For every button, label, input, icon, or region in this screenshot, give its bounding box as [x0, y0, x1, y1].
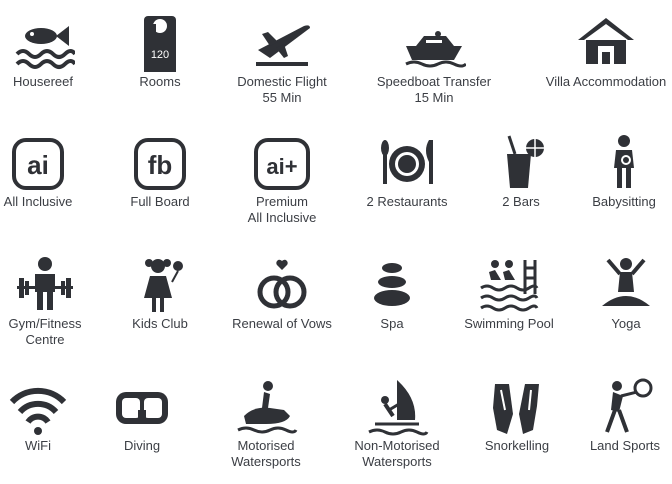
amenity-tile: Housereef	[0, 4, 108, 120]
gym-icon	[13, 254, 77, 318]
wifi-icon	[6, 376, 70, 440]
amenity-tile: Swimming Pool	[444, 246, 574, 362]
amenity-tile: ai All Inclusive	[0, 124, 103, 240]
amenity-label: Yoga	[611, 316, 641, 331]
amenity-label: Housereef	[13, 74, 73, 89]
amenity-label: Motorised Watersports	[231, 438, 301, 469]
amenity-label: Villa Accommodation	[545, 74, 667, 89]
amenity-label: Gym/Fitness Centre	[8, 316, 82, 347]
fb-icon: fb	[128, 132, 192, 196]
amenity-tile: 2 Restaurants	[342, 124, 472, 240]
amenity-tile: Babysitting	[559, 124, 672, 240]
amenity-label: Full Board	[130, 194, 190, 209]
kids-club-icon	[128, 254, 192, 318]
amenity-tile: Yoga	[561, 246, 672, 362]
amenity-label: Rooms	[139, 74, 181, 89]
spa-stones-icon	[360, 254, 424, 318]
bar-icon	[489, 132, 553, 196]
fins-icon	[485, 376, 549, 440]
amenity-label: Premium All Inclusive	[247, 194, 317, 225]
amenity-label: Diving	[123, 438, 161, 453]
rings-icon	[250, 254, 314, 318]
swimming-pool-icon	[477, 254, 541, 318]
babysitting-icon	[592, 132, 656, 196]
windsurf-icon	[365, 376, 429, 440]
diving-mask-icon	[110, 376, 174, 440]
amenity-label: Spa	[380, 316, 404, 331]
amenity-tile: Spa	[327, 246, 457, 362]
amenity-tile: Land Sports	[560, 368, 672, 484]
amenity-tile: Gym/Fitness Centre	[0, 246, 110, 362]
tennis-icon	[593, 376, 657, 440]
amenity-tile: Diving	[77, 368, 207, 484]
amenity-label: Speedboat Transfer 15 Min	[376, 74, 492, 105]
amenities-grid: Housereef 120 Rooms Domestic Flight 55 Mi…	[0, 0, 672, 469]
amenity-tile: 120 Rooms	[95, 4, 225, 120]
amenity-tile: Motorised Watersports	[201, 368, 331, 484]
amenity-label: Babysitting	[592, 194, 656, 209]
svg-text:ai+: ai+	[266, 154, 297, 179]
amenity-tile: Villa Accommodation	[541, 4, 671, 120]
villa-icon	[574, 12, 638, 76]
ai-plus-icon: ai+	[250, 132, 314, 196]
speedboat-icon	[402, 12, 466, 76]
amenity-tile: Non-Motorised Watersports	[332, 368, 462, 484]
amenity-label: Land Sports	[589, 438, 661, 453]
door-hanger-icon: 120	[128, 12, 192, 76]
amenity-tile: ai+ Premium All Inclusive	[217, 124, 347, 240]
amenity-tile: Speedboat Transfer 15 Min	[369, 4, 499, 120]
amenity-tile: Kids Club	[95, 246, 225, 362]
restaurant-icon	[375, 132, 439, 196]
yoga-icon	[594, 254, 658, 318]
svg-text:120: 120	[151, 49, 169, 61]
amenity-label: All Inclusive	[3, 194, 73, 209]
fish-icon	[11, 12, 75, 76]
amenity-label: Kids Club	[132, 316, 188, 331]
svg-text:ai: ai	[27, 150, 49, 180]
amenity-tile: Domestic Flight 55 Min	[217, 4, 347, 120]
amenity-label: Swimming Pool	[464, 316, 554, 331]
amenity-label: Non-Motorised Watersports	[354, 438, 440, 469]
svg-text:fb: fb	[148, 150, 173, 180]
amenity-label: Domestic Flight 55 Min	[237, 74, 327, 105]
amenity-label: 2 Restaurants	[366, 194, 448, 209]
jetski-icon	[234, 376, 298, 440]
plane-icon	[250, 12, 314, 76]
ai-icon: ai	[6, 132, 70, 196]
amenity-tile: fb Full Board	[95, 124, 225, 240]
